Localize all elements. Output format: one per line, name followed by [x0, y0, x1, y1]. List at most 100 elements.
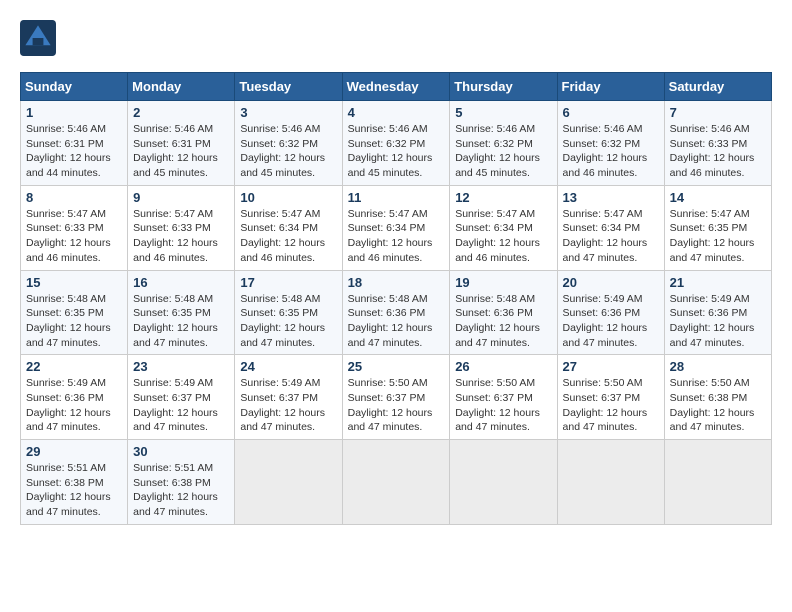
day-number: 30 — [133, 444, 229, 459]
calendar-cell: 9 Sunrise: 5:47 AMSunset: 6:33 PMDaylight… — [128, 185, 235, 270]
calendar-cell: 1Sunrise: 5:46 AMSunset: 6:31 PMDaylight… — [21, 101, 128, 186]
day-number: 21 — [670, 275, 766, 290]
day-info: Sunrise: 5:49 AMSunset: 6:37 PMDaylight:… — [240, 376, 336, 435]
calendar-week-row: 1 Sunrise: 5:46 AMSunset: 6:31 PMDaylight… — [21, 101, 772, 186]
day-number: 15 — [26, 275, 122, 290]
weekday-header: Monday — [128, 73, 235, 101]
calendar-cell: 8 Sunrise: 5:47 AMSunset: 6:33 PMDaylight… — [21, 185, 128, 270]
calendar-cell: 24Sunrise: 5:49 AMSunset: 6:37 PMDayligh… — [235, 355, 342, 440]
day-number: 10 — [240, 190, 336, 205]
day-number: 22 — [26, 359, 122, 374]
day-info: Sunrise: 5:48 AMSunset: 6:35 PMDaylight:… — [240, 292, 336, 351]
calendar-cell — [235, 440, 342, 525]
logo-icon — [20, 20, 56, 56]
page-header — [20, 20, 772, 56]
day-info: Sunrise: 5:47 AMSunset: 6:34 PMDaylight:… — [563, 207, 659, 266]
day-number: 19 — [455, 275, 551, 290]
calendar-cell: 7 Sunrise: 5:46 AMSunset: 6:33 PMDaylight… — [664, 101, 771, 186]
day-number: 12 — [455, 190, 551, 205]
day-info: Sunrise: 5:48 AMSunset: 6:36 PMDaylight:… — [348, 292, 445, 351]
calendar-cell: 12 Sunrise: 5:47 AMSunset: 6:34 PMDayligh… — [450, 185, 557, 270]
calendar-week-row: 8 Sunrise: 5:47 AMSunset: 6:33 PMDaylight… — [21, 185, 772, 270]
day-number: 14 — [670, 190, 766, 205]
day-number: 26 — [455, 359, 551, 374]
day-info: Sunrise: 5:50 AMSunset: 6:37 PMDaylight:… — [455, 376, 551, 435]
day-number: 29 — [26, 444, 122, 459]
day-number: 25 — [348, 359, 445, 374]
weekday-header: Friday — [557, 73, 664, 101]
day-info: Sunrise: 5:49 AMSunset: 6:37 PMDaylight:… — [133, 376, 229, 435]
day-number: 18 — [348, 275, 445, 290]
calendar-week-row: 22 Sunrise: 5:49 AMSunset: 6:36 PMDayligh… — [21, 355, 772, 440]
day-number: 5 — [455, 105, 551, 120]
calendar-cell — [450, 440, 557, 525]
day-number: 4 — [348, 105, 445, 120]
calendar-cell: 10 Sunrise: 5:47 AMSunset: 6:34 PMDayligh… — [235, 185, 342, 270]
day-info: Sunrise: 5:49 AMSunset: 6:36 PMDaylight:… — [563, 292, 659, 351]
day-info: Sunrise: 5:47 AMSunset: 6:34 PMDaylight:… — [240, 207, 336, 266]
calendar-week-row: 15 Sunrise: 5:48 AMSunset: 6:35 PMDayligh… — [21, 270, 772, 355]
weekday-header-row: SundayMondayTuesdayWednesdayThursdayFrid… — [21, 73, 772, 101]
day-number: 1 — [26, 105, 122, 120]
calendar-cell: 21 Sunrise: 5:49 AMSunset: 6:36 PMDayligh… — [664, 270, 771, 355]
weekday-header: Sunday — [21, 73, 128, 101]
day-info: Sunrise: 5:48 AMSunset: 6:35 PMDaylight:… — [26, 292, 122, 351]
day-number: 3 — [240, 105, 336, 120]
day-number: 20 — [563, 275, 659, 290]
calendar-cell: 3 Sunrise: 5:46 AMSunset: 6:32 PMDaylight… — [235, 101, 342, 186]
calendar-cell: 5 Sunrise: 5:46 AMSunset: 6:32 PMDaylight… — [450, 101, 557, 186]
day-info: Sunrise: 5:50 AMSunset: 6:37 PMDaylight:… — [563, 376, 659, 435]
calendar-cell: 19 Sunrise: 5:48 AMSunset: 6:36 PMDayligh… — [450, 270, 557, 355]
day-info: Sunrise: 5:46 AMSunset: 6:32 PMDaylight:… — [455, 122, 551, 181]
calendar-cell: 16 Sunrise: 5:48 AMSunset: 6:35 PMDayligh… — [128, 270, 235, 355]
weekday-header: Wednesday — [342, 73, 450, 101]
day-info: Sunrise: 5:46 AMSunset: 6:33 PMDaylight:… — [670, 122, 766, 181]
calendar-cell: 20 Sunrise: 5:49 AMSunset: 6:36 PMDayligh… — [557, 270, 664, 355]
calendar-cell: 26 Sunrise: 5:50 AMSunset: 6:37 PMDayligh… — [450, 355, 557, 440]
calendar-cell: 25 Sunrise: 5:50 AMSunset: 6:37 PMDayligh… — [342, 355, 450, 440]
day-info: Sunrise: 5:50 AMSunset: 6:37 PMDaylight:… — [348, 376, 445, 435]
calendar-cell: 4 Sunrise: 5:46 AMSunset: 6:32 PMDaylight… — [342, 101, 450, 186]
calendar-cell: 22 Sunrise: 5:49 AMSunset: 6:36 PMDayligh… — [21, 355, 128, 440]
calendar-cell: 2 Sunrise: 5:46 AMSunset: 6:31 PMDaylight… — [128, 101, 235, 186]
calendar-cell — [664, 440, 771, 525]
logo — [20, 20, 62, 56]
day-number: 16 — [133, 275, 229, 290]
day-number: 28 — [670, 359, 766, 374]
day-number: 7 — [670, 105, 766, 120]
day-number: 8 — [26, 190, 122, 205]
day-info: Sunrise: 5:51 AMSunset: 6:38 PMDaylight:… — [133, 461, 229, 520]
calendar-cell: 27 Sunrise: 5:50 AMSunset: 6:37 PMDayligh… — [557, 355, 664, 440]
calendar-cell: 14 Sunrise: 5:47 AMSunset: 6:35 PMDayligh… — [664, 185, 771, 270]
day-info: Sunrise: 5:48 AMSunset: 6:36 PMDaylight:… — [455, 292, 551, 351]
calendar-cell: 17Sunrise: 5:48 AMSunset: 6:35 PMDayligh… — [235, 270, 342, 355]
day-info: Sunrise: 5:46 AMSunset: 6:31 PMDaylight:… — [133, 122, 229, 181]
weekday-header: Tuesday — [235, 73, 342, 101]
day-info: Sunrise: 5:47 AMSunset: 6:33 PMDaylight:… — [133, 207, 229, 266]
day-info: Sunrise: 5:47 AMSunset: 6:33 PMDaylight:… — [26, 207, 122, 266]
day-info: Sunrise: 5:50 AMSunset: 6:38 PMDaylight:… — [670, 376, 766, 435]
day-info: Sunrise: 5:49 AMSunset: 6:36 PMDaylight:… — [670, 292, 766, 351]
calendar-week-row: 29 Sunrise: 5:51 AMSunset: 6:38 PMDayligh… — [21, 440, 772, 525]
calendar-cell: 13 Sunrise: 5:47 AMSunset: 6:34 PMDayligh… — [557, 185, 664, 270]
day-info: Sunrise: 5:46 AMSunset: 6:32 PMDaylight:… — [240, 122, 336, 181]
day-info: Sunrise: 5:51 AMSunset: 6:38 PMDaylight:… — [26, 461, 122, 520]
day-number: 6 — [563, 105, 659, 120]
day-number: 9 — [133, 190, 229, 205]
day-number: 23 — [133, 359, 229, 374]
calendar-cell: 28 Sunrise: 5:50 AMSunset: 6:38 PMDayligh… — [664, 355, 771, 440]
calendar-cell: 15 Sunrise: 5:48 AMSunset: 6:35 PMDayligh… — [21, 270, 128, 355]
calendar-cell: 18 Sunrise: 5:48 AMSunset: 6:36 PMDayligh… — [342, 270, 450, 355]
day-info: Sunrise: 5:47 AMSunset: 6:34 PMDaylight:… — [455, 207, 551, 266]
calendar-cell: 11Sunrise: 5:47 AMSunset: 6:34 PMDayligh… — [342, 185, 450, 270]
weekday-header: Saturday — [664, 73, 771, 101]
day-info: Sunrise: 5:47 AMSunset: 6:35 PMDaylight:… — [670, 207, 766, 266]
calendar-cell — [342, 440, 450, 525]
day-number: 2 — [133, 105, 229, 120]
day-info: Sunrise: 5:46 AMSunset: 6:32 PMDaylight:… — [348, 122, 445, 181]
day-info: Sunrise: 5:47 AMSunset: 6:34 PMDaylight:… — [348, 207, 445, 266]
day-info: Sunrise: 5:48 AMSunset: 6:35 PMDaylight:… — [133, 292, 229, 351]
day-number: 13 — [563, 190, 659, 205]
day-number: 27 — [563, 359, 659, 374]
day-info: Sunrise: 5:49 AMSunset: 6:36 PMDaylight:… — [26, 376, 122, 435]
